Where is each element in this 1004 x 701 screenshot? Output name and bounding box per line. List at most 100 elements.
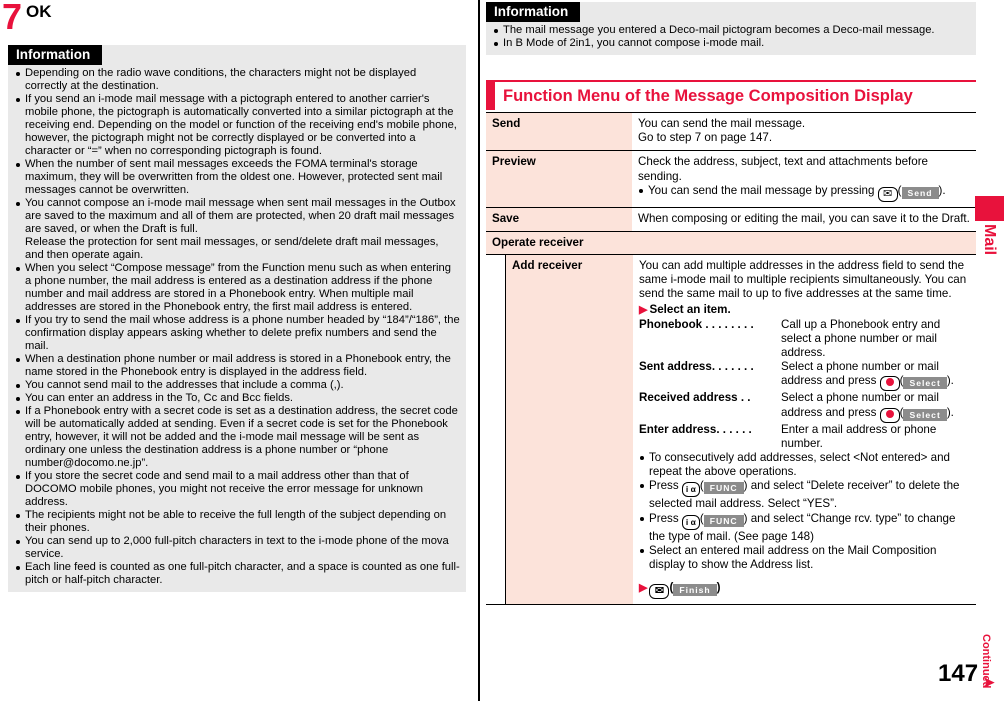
row-description: When composing or editing the mail, you …	[632, 208, 976, 231]
list-item: Depending on the radio wave conditions, …	[14, 67, 460, 93]
row-label: Save	[486, 207, 632, 232]
mail-key-icon	[877, 186, 898, 202]
list-item: When you select “Compose message” from t…	[14, 262, 460, 314]
option-definition: Call up a Phonebook entry and select a p…	[781, 317, 941, 360]
information-title: Information	[486, 2, 581, 22]
description-bullet: Press (FUNC) and select “Change rcv. typ…	[639, 512, 970, 544]
description-line: When composing or editing the mail, you …	[638, 211, 970, 225]
option-definition-post: ).	[946, 405, 954, 419]
column-divider	[478, 0, 480, 701]
step-heading: 7 OK	[2, 0, 52, 38]
option-term-text: Enter address	[639, 422, 717, 436]
option-term: Sent address. . . . . . .	[639, 360, 781, 391]
option-definition: Select a phone number or mail address an…	[781, 391, 970, 423]
center-key-icon	[879, 376, 900, 392]
right-information-list: The mail message you entered a Deco-mail…	[486, 22, 976, 55]
option-term-text: Sent address	[639, 360, 712, 374]
softkey-label: Send	[901, 186, 939, 199]
table-group-header: Operate receiver	[486, 232, 976, 256]
list-item: When the number of sent mail messages ex…	[14, 158, 460, 197]
section-title: Function Menu of the Message Composition…	[503, 86, 913, 105]
option-term: Phonebook . . . . . . . .	[639, 318, 781, 361]
select-item-line: ▶ Select an item.	[639, 302, 970, 318]
option-term: Enter address. . . . . .	[639, 423, 781, 451]
list-item: Each line feed is counted as one full-pi…	[14, 561, 460, 587]
description-bullet: Press (FUNC) and select “Delete receiver…	[639, 479, 970, 511]
continued-arrow-icon: ➤	[983, 674, 995, 690]
func-key-icon	[681, 514, 700, 530]
list-item: When a destination phone number or mail …	[14, 353, 460, 379]
table-row: Save When composing or editing the mail,…	[486, 207, 976, 233]
softkey-label: Select	[903, 377, 947, 390]
bullet-text: Press	[649, 479, 682, 493]
list-item: If you try to send the mail whose addres…	[14, 314, 460, 353]
row-description: You can add multiple addresses in the ad…	[633, 255, 976, 604]
option-definition: Select a phone number or mail address an…	[781, 360, 970, 392]
list-item: Enter address. . . . . . Enter a mail ad…	[639, 423, 970, 451]
option-definition-post: ).	[946, 374, 954, 388]
left-information-box: Information Depending on the radio wave …	[8, 45, 466, 592]
leader-dots: . . . . . .	[716, 422, 752, 436]
row-label: Preview	[486, 151, 632, 207]
left-information-list: Depending on the radio wave conditions, …	[8, 65, 466, 592]
description-line: You can add multiple addresses in the ad…	[639, 259, 967, 301]
red-triangle-icon: ▶	[639, 582, 648, 595]
right-column: Information The mail message you entered…	[486, 0, 976, 701]
leader-dots: . . . . . . . .	[702, 317, 754, 331]
description-line: Check the address, subject, text and att…	[638, 155, 929, 183]
description-line: You can send the mail message.	[638, 117, 806, 130]
list-item: The mail message you entered a Deco-mail…	[492, 24, 970, 37]
table-row: Send You can send the mail message. Go t…	[486, 113, 976, 152]
list-item: If you store the secret code and send ma…	[14, 470, 460, 509]
list-item-continuation: Release the protection for sent mail mes…	[25, 236, 439, 261]
description-bullet: You can send the mail message by pressin…	[638, 184, 970, 202]
edge-tab-block	[975, 196, 1004, 221]
list-item: If a Phonebook entry with a secret code …	[14, 405, 460, 470]
option-term: Received address . .	[639, 391, 781, 422]
list-item: Sent address. . . . . . . Select a phone…	[639, 360, 970, 392]
section-heading: Function Menu of the Message Composition…	[486, 80, 976, 110]
row-description: You can send the mail message. Go to ste…	[632, 113, 976, 150]
information-title: Information	[8, 45, 103, 65]
center-key-icon	[879, 407, 900, 423]
step-label: OK	[26, 2, 52, 21]
bullet-text: You can send the mail message by pressin…	[648, 183, 878, 197]
page-number: 147	[938, 660, 979, 687]
option-term-text: Received address	[639, 391, 738, 405]
leader-dots: . .	[737, 391, 751, 405]
bullet-text-post: ).	[938, 183, 946, 197]
row-label: Send	[486, 113, 632, 151]
row-label: Add receiver	[506, 255, 633, 605]
softkey-label: Finish	[673, 584, 717, 597]
subsection-gutter	[486, 255, 505, 605]
list-item: You cannot send mail to the addresses th…	[14, 379, 460, 392]
list-item: The recipients might not be able to rece…	[14, 509, 460, 535]
func-key-icon	[681, 482, 700, 498]
option-definition: Enter a mail address or phone number.	[781, 422, 937, 450]
finish-line: ▶(Finish)	[639, 580, 970, 600]
option-list: Phonebook . . . . . . . . Call up a Phon…	[639, 318, 970, 451]
edge-tab-label-wrap: Mail	[972, 222, 1004, 292]
select-item-text: Select an item.	[649, 302, 731, 316]
edge-tab-label: Mail	[981, 224, 998, 256]
function-menu-table: Send You can send the mail message. Go t…	[486, 112, 976, 606]
description-line: Go to step 7 on page 147.	[638, 131, 773, 145]
list-item: You cannot compose an i-mode mail messag…	[14, 197, 460, 236]
description-bullet: To consecutively add addresses, select <…	[639, 451, 970, 479]
manual-page: 7 OK Information Depending on the radio w…	[0, 0, 1004, 701]
list-item: You can send up to 2,000 full-pitch char…	[14, 535, 460, 561]
list-item: Received address . . Select a phone numb…	[639, 391, 970, 423]
step-number: 7	[2, 0, 22, 37]
finish-post: )	[716, 581, 721, 595]
option-term-text: Phonebook	[639, 317, 703, 331]
softkey-label: FUNC	[703, 514, 744, 527]
softkey-label: FUNC	[703, 482, 744, 495]
leader-dots: . . . . . . .	[711, 360, 754, 374]
table-subsection: Add receiver You can add multiple addres…	[486, 255, 976, 606]
row-description: Check the address, subject, text and att…	[632, 151, 976, 206]
bullet-text: Press	[649, 511, 682, 525]
red-triangle-icon: ▶	[639, 303, 648, 316]
continued-label-wrap: Continued	[978, 634, 1000, 700]
left-column: 7 OK Information Depending on the radio w…	[0, 0, 474, 701]
list-item: You can enter an address in the To, Cc a…	[14, 392, 460, 405]
